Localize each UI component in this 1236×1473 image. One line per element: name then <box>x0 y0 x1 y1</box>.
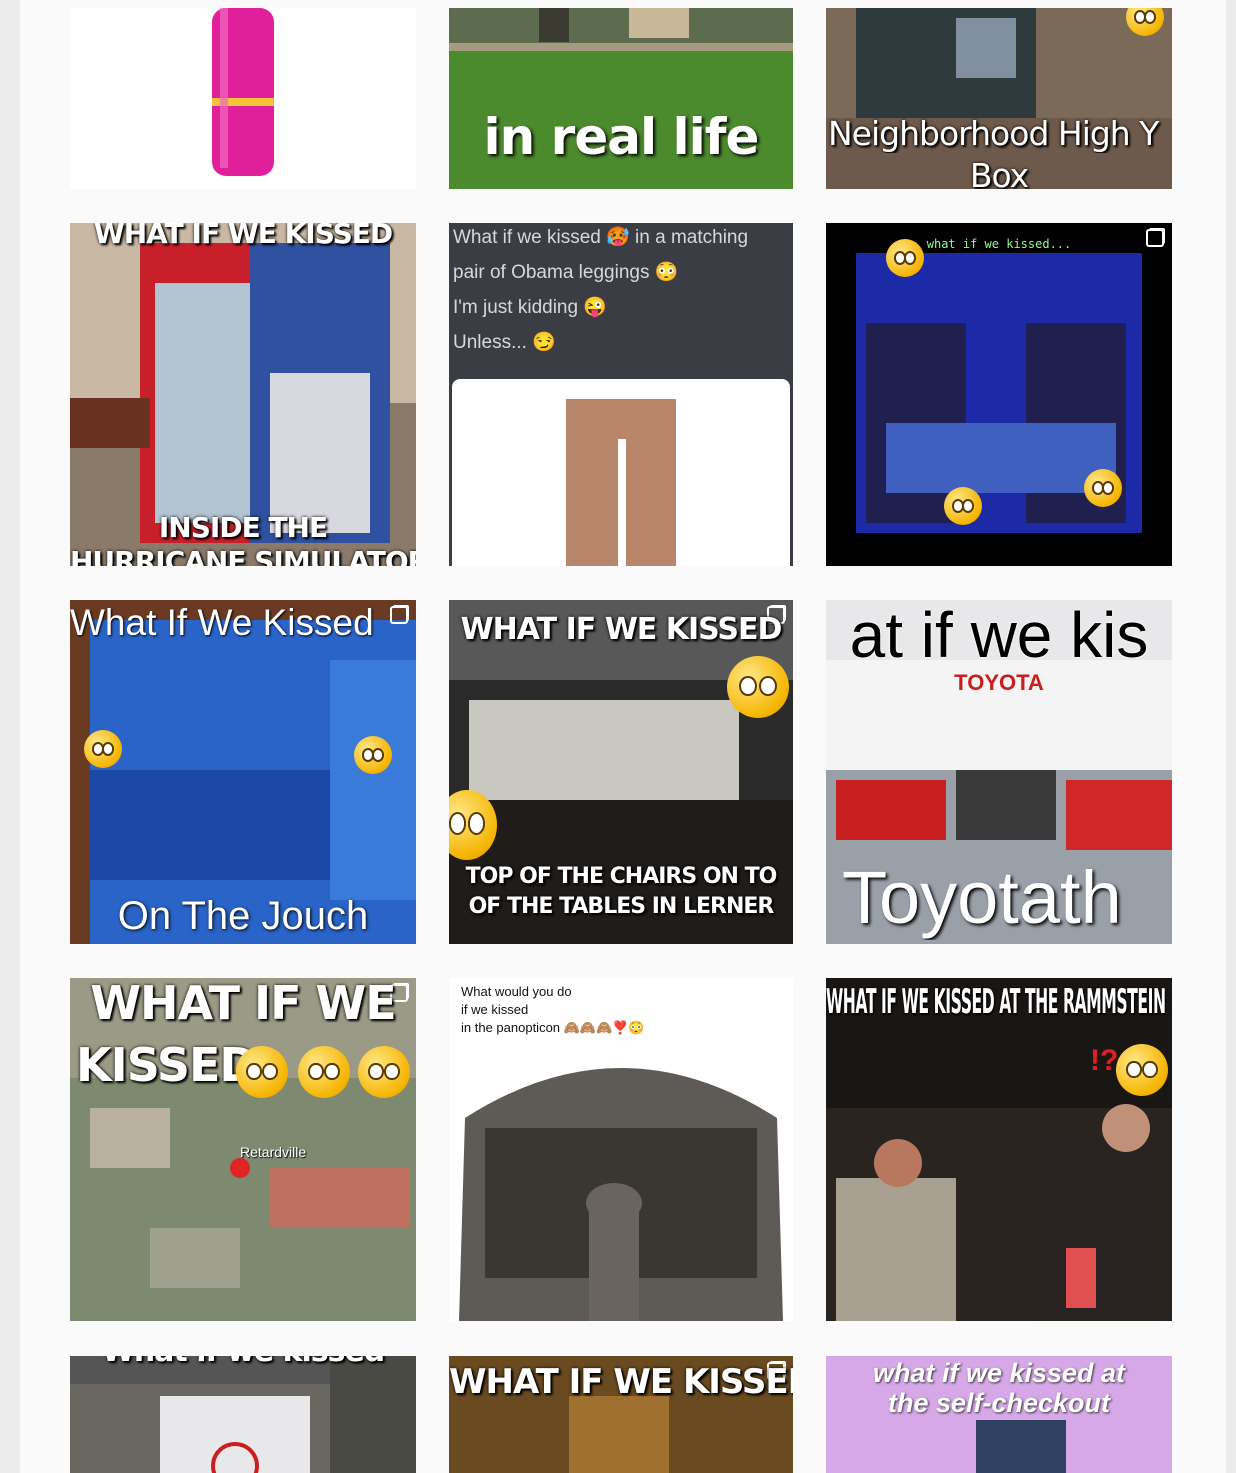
tile-caption-top: WHAT IF WE KISSED AT THE RAMMSTEIN SHOW <box>826 982 1171 1022</box>
tile-caption-top: WHAT IF WE KISSED <box>93 223 393 250</box>
checkout-machine-image <box>976 1420 1066 1473</box>
tile-caption-top: WHAT IF WE KISSED <box>460 612 783 647</box>
tile-caption-bottom: HURRICANE SIMULATOR <box>70 545 416 566</box>
emoji-icon <box>886 239 924 277</box>
post-tile-lipstick[interactable] <box>70 8 416 189</box>
tile-caption-bottom: INSIDE THE <box>158 511 328 544</box>
tile-caption: Box <box>969 156 1029 189</box>
post-tile-self-checkout[interactable]: what if we kissed at the self-checkout <box>826 1356 1172 1473</box>
post-text-line: Unless... 😏 <box>453 332 556 353</box>
tile-caption-top: What If We Kissed <box>70 602 374 643</box>
post-tile-lerner-tables[interactable]: WHAT IF WE KISSED TOP OF THE CHAIRS ON T… <box>449 600 793 944</box>
post-tile-neighborhood-box[interactable]: Neighborhood High Y Box <box>826 8 1172 189</box>
tile-caption-top: what if we kissed... <box>926 237 1072 251</box>
emoji-icon <box>727 656 789 718</box>
map-label: Retardville <box>240 1144 307 1160</box>
emoji-icon <box>1084 469 1122 507</box>
post-tile-jouch[interactable]: What If We Kissed On The Jouch <box>70 600 416 944</box>
emoji-icon <box>944 487 982 525</box>
tile-caption-line: the self-checkout <box>887 1388 1111 1418</box>
post-tile-algorave[interactable]: what if we kissed... <box>826 223 1172 566</box>
emoji-icon <box>358 1046 410 1098</box>
emoji-icon <box>236 1046 288 1098</box>
post-text-line: I'm just kidding 😜 <box>453 297 608 318</box>
post-tile-wet-floor-sign[interactable]: What if we kissed <box>70 1356 416 1473</box>
tile-caption-bottom: OF THE TABLES IN LERNER <box>468 894 775 919</box>
tile-caption-top: at if we kis <box>849 600 1149 671</box>
post-tile-panopticon[interactable]: What would you do if we kissed in the pa… <box>449 978 793 1321</box>
tile-caption-bottom: Toyotath <box>842 856 1122 939</box>
post-tile-rammstein[interactable]: WHAT IF WE KISSED AT THE RAMMSTEIN SHOW … <box>826 978 1172 1321</box>
dealership-sign: TOYOTA <box>954 670 1044 695</box>
emoji-icon <box>1116 1044 1168 1096</box>
rammstein-concert-image <box>826 978 1172 1321</box>
post-tile-retardville-map[interactable]: WHAT IF WE KISSED Retardville <box>70 978 416 1321</box>
caption-tag: !? <box>1090 1044 1119 1077</box>
post-tile-painting[interactable]: WHAT IF WE KISSED <box>449 1356 793 1473</box>
emoji-icon <box>354 736 392 774</box>
post-text-line: pair of Obama leggings 😳 <box>453 262 679 283</box>
tile-caption: in real life <box>483 108 760 166</box>
tile-caption-bottom: On The Jouch <box>117 894 369 938</box>
panopticon-image <box>459 1068 783 1321</box>
wet-floor-sign-image <box>70 1356 416 1473</box>
tile-caption-line: what if we kissed at <box>872 1358 1126 1388</box>
tile-caption-bottom: TOP OF THE CHAIRS ON TO <box>465 864 778 889</box>
feed-panel: in real life Neighborhood High Y Box WHA… <box>20 0 1226 1473</box>
tile-caption: Neighborhood High Y <box>828 114 1159 153</box>
emoji-icon <box>298 1046 350 1098</box>
algorave-image <box>826 223 1172 566</box>
leggings-image <box>452 379 790 566</box>
post-tile-toyota[interactable]: TOYOTA at if we kis Toyotath <box>826 600 1172 944</box>
lipstick-image <box>70 8 416 189</box>
post-tile-obama-leggings[interactable]: What if we kissed 🥵 in a matching pair o… <box>449 223 793 566</box>
study-hall-image <box>449 600 793 944</box>
post-tile-hurricane-simulator[interactable]: WHAT IF WE KISSED INSIDE THE HURRICANE S… <box>70 223 416 566</box>
tile-caption-top: WHAT IF WE KISSED <box>449 1362 793 1402</box>
tile-caption-top: What if we kissed <box>70 1356 416 1369</box>
post-tile-in-real-life[interactable]: in real life <box>449 8 793 189</box>
emoji-icon <box>84 730 122 768</box>
post-text-line: What if we kissed 🥵 in a matching <box>453 227 749 248</box>
tile-caption-top: WHAT IF WE <box>90 978 396 1030</box>
